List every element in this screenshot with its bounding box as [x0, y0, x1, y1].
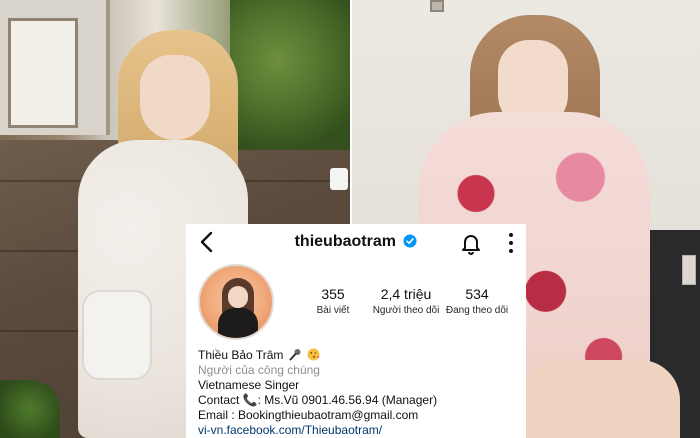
bio-line-1: Vietnamese Singer [198, 378, 300, 392]
white-handbag [82, 290, 152, 380]
more-vertical-icon[interactable] [500, 230, 522, 256]
display-name-line: Thiều Bảo Trâm [198, 348, 524, 363]
person-legs [520, 360, 680, 438]
microphone-icon [289, 349, 301, 361]
bell-icon[interactable] [460, 232, 482, 256]
profile-avatar[interactable] [198, 264, 274, 340]
cup [330, 168, 348, 190]
following-count: 534 [465, 286, 489, 302]
avatar-outfit [218, 308, 258, 338]
followers-label: Người theo dõi [372, 305, 440, 316]
stat-posts[interactable]: 355 Bài viết [298, 286, 368, 316]
account-category: Người của công chúng [198, 363, 320, 377]
followers-count: 2,4 triệu [380, 286, 432, 302]
profile-bio: Thiều Bảo Trâm Người của công chúng Viet… [198, 348, 524, 438]
background-tree [230, 0, 350, 150]
verified-badge-icon [403, 234, 417, 248]
display-name: Thiều Bảo Trâm [198, 348, 284, 362]
avatar-face [228, 286, 248, 308]
posts-count: 355 [321, 286, 345, 302]
door-frame [8, 18, 78, 128]
instagram-profile-card: thieubaotram 355 Bài viết 2,4 triệu Ngườ… [186, 224, 526, 438]
profile-header-bar: thieubaotram [186, 224, 526, 262]
wall-switch [430, 0, 444, 12]
wall-socket [682, 255, 696, 285]
stat-followers[interactable]: 2,4 triệu Người theo dõi [364, 286, 448, 316]
stat-following[interactable]: 534 Đang theo dõi [440, 286, 514, 316]
bio-line-contact: Contact 📞: Ms.Vũ 0901.46.56.94 (Manager) [198, 393, 438, 407]
background-door [0, 0, 110, 135]
following-label: Đang theo dõi [445, 305, 509, 316]
person-face [140, 55, 210, 140]
kiss-face-icon [307, 348, 320, 361]
plant-leaves [0, 380, 60, 438]
bio-line-email: Email : Bookingthieubaotram@gmail.com [198, 408, 419, 422]
profile-website-link[interactable]: vi-vn.facebook.com/Thieubaotram/ [198, 423, 524, 438]
posts-label: Bài viết [316, 305, 350, 316]
profile-username: thieubaotram [294, 233, 396, 250]
